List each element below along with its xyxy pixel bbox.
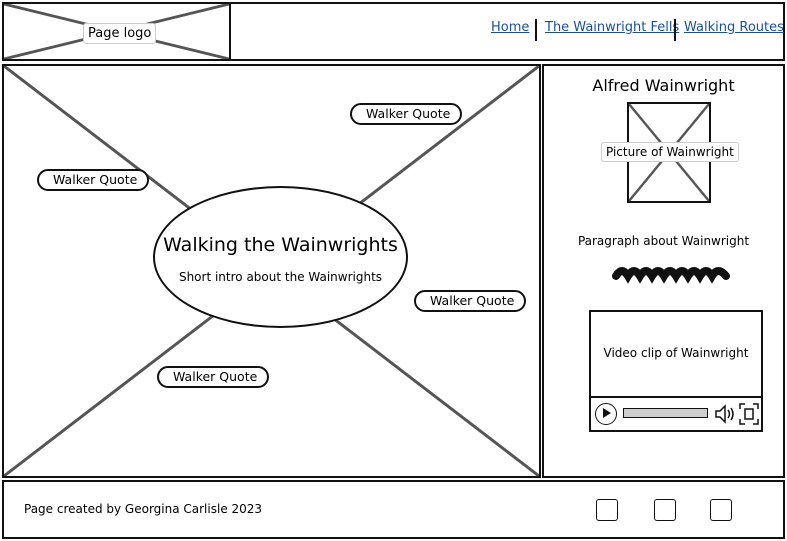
- walker-quote: Walker Quote: [414, 290, 527, 312]
- walker-quote: Walker Quote: [157, 366, 270, 388]
- video-label: Video clip of Wainwright: [603, 346, 749, 360]
- picture-label: Picture of Wainwright: [601, 142, 739, 162]
- play-icon[interactable]: [595, 403, 617, 425]
- nav-home[interactable]: Home: [491, 20, 529, 35]
- text-scribble-icon: [612, 267, 730, 284]
- logo-label: Page logo: [83, 23, 157, 44]
- walker-quote: Walker Quote: [350, 103, 463, 125]
- nav-divider: [535, 19, 537, 41]
- sidebar-title: Alfred Wainwright: [592, 76, 735, 95]
- social-icon-2[interactable]: [654, 499, 676, 521]
- video-player[interactable]: Video clip of Wainwright: [589, 310, 763, 432]
- nav-wainwright-fells[interactable]: The Wainwright Fells: [545, 20, 679, 35]
- walker-quote: Walker Quote: [37, 169, 150, 191]
- footer: Page created by Georgina Carlisle 2023: [2, 480, 785, 539]
- social-icon-1[interactable]: [596, 499, 618, 521]
- hero-intro-ellipse: Walking the Wainwrights Short intro abou…: [153, 186, 408, 328]
- video-controls: [591, 396, 761, 430]
- sidebar: Alfred Wainwright Picture of Wainwright …: [542, 64, 785, 478]
- paragraph-label: Paragraph about Wainwright: [577, 234, 750, 248]
- footer-credit: Page created by Georgina Carlisle 2023: [24, 502, 263, 516]
- social-icon-3[interactable]: [710, 499, 732, 521]
- nav-walking-routes[interactable]: Walking Routes: [684, 20, 784, 35]
- hero-intro-text: Short intro about the Wainwrights: [178, 270, 383, 284]
- video-progress-bar[interactable]: [623, 408, 708, 418]
- volume-icon[interactable]: [714, 403, 736, 425]
- nav-divider: [674, 19, 676, 41]
- fullscreen-icon[interactable]: [739, 403, 759, 425]
- page-logo[interactable]: Page logo: [2, 2, 231, 61]
- hero-title: Walking the Wainwrights: [163, 234, 398, 256]
